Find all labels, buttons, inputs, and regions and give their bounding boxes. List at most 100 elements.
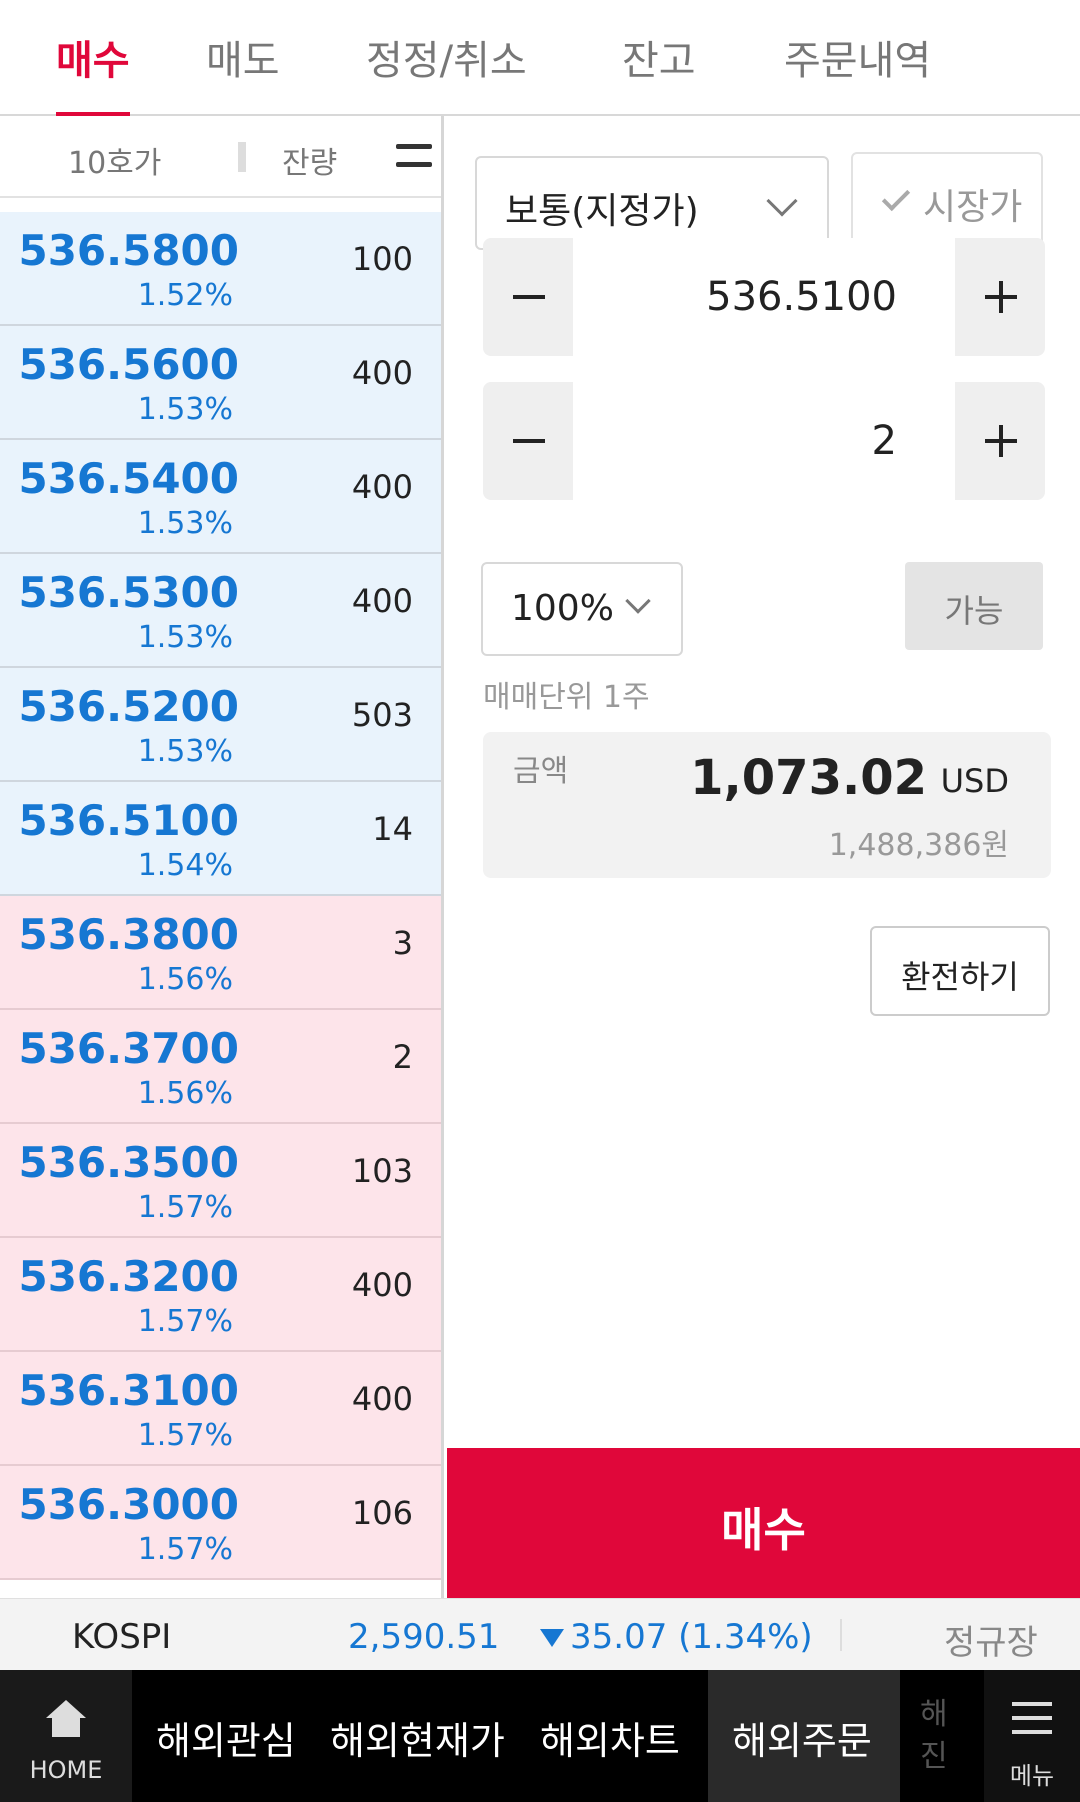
ask-row[interactable]: 536.5200 1.53% 503 — [0, 668, 441, 782]
row-quantity: 14 — [372, 810, 413, 848]
nav-menu[interactable]: 메뉴 — [984, 1670, 1080, 1802]
row-change-pct: 1.54% — [137, 848, 233, 883]
row-price: 536.3500 — [18, 1138, 239, 1187]
bid-row[interactable]: 536.3000 1.57% 106 — [0, 1466, 441, 1580]
orderbook-qty-label: 잔량 — [282, 146, 338, 181]
currency-exchange-button[interactable]: 환전하기 — [870, 926, 1050, 1016]
amount-currency: USD — [940, 762, 1009, 800]
row-change-pct: 1.56% — [137, 962, 233, 997]
amount-value: 1,073.02 — [690, 750, 927, 806]
percent-label: 100% — [511, 588, 614, 629]
hamburger-icon — [1012, 1702, 1052, 1734]
row-change-pct: 1.53% — [137, 506, 233, 541]
quantity-input[interactable]: 2 — [573, 382, 955, 500]
row-quantity: 3 — [392, 924, 413, 962]
nav-overseas-order[interactable]: 해외주문 — [732, 1710, 872, 1765]
row-quantity: 400 — [351, 582, 413, 620]
row-quantity: 503 — [351, 696, 413, 734]
nav-home[interactable]: HOME — [0, 1670, 132, 1802]
available-label: 가능 — [944, 592, 1004, 630]
available-button[interactable]: 가능 — [905, 562, 1043, 650]
orderbook-settings-icon[interactable] — [396, 144, 432, 168]
row-change-pct: 1.53% — [137, 734, 233, 769]
tab-order-history[interactable]: 주문내역 — [784, 28, 931, 116]
row-change-pct: 1.53% — [137, 620, 233, 655]
amount-label: 금액 — [513, 754, 569, 789]
row-price: 536.5300 — [18, 568, 239, 617]
bottom-nav: HOME 해외관심 해외현재가 해외차트 해외주문 해진 메뉴 — [0, 1670, 1080, 1802]
nav-overseas-watchlist[interactable]: 해외관심 — [156, 1710, 296, 1765]
ask-row[interactable]: 536.5300 1.53% 400 — [0, 554, 441, 668]
tab-sell[interactable]: 매도 — [206, 28, 280, 116]
row-price: 536.5200 — [18, 682, 239, 731]
row-change-pct: 1.57% — [137, 1304, 233, 1339]
row-quantity: 106 — [351, 1494, 413, 1532]
down-arrow-icon — [540, 1629, 564, 1647]
chevron-down-icon — [766, 185, 798, 217]
row-price: 536.5400 — [18, 454, 239, 503]
trade-unit-note: 매매단위 1주 — [483, 680, 650, 715]
row-quantity: 400 — [351, 1380, 413, 1418]
order-type-select[interactable]: 보통(지정가) — [475, 156, 829, 250]
row-price: 536.5800 — [18, 226, 239, 275]
tab-buy[interactable]: 매수 — [56, 28, 130, 118]
percent-select[interactable]: 100% — [481, 562, 683, 656]
orderbook-rows: 536.5800 1.52% 100 536.5600 1.53% 400 536.5400… — [0, 212, 441, 1580]
orderbook: 10호가 잔량 536.5800 1.52% 100 536.5600 1.53% 400… — [0, 116, 444, 1598]
row-change-pct: 1.53% — [137, 392, 233, 427]
ask-row[interactable]: 536.5600 1.53% 400 — [0, 326, 441, 440]
price-increase-button[interactable] — [955, 238, 1045, 356]
row-price: 536.3000 — [18, 1480, 239, 1529]
qty-decrease-button[interactable] — [483, 382, 573, 500]
tab-modify-cancel[interactable]: 정정/취소 — [366, 28, 527, 116]
ask-row[interactable]: 536.5400 1.53% 400 — [0, 440, 441, 554]
nav-overflow-item[interactable]: 해진 — [920, 1694, 950, 1784]
buy-button[interactable]: 매수 — [447, 1448, 1080, 1598]
quantity-stepper: 2 — [483, 382, 1045, 500]
bid-row[interactable]: 536.3700 1.56% 2 — [0, 1010, 441, 1124]
order-tabs: 매수 매도 정정/취소 잔고 주문내역 — [0, 0, 1080, 118]
nav-overseas-chart[interactable]: 해외차트 — [540, 1710, 680, 1765]
row-change-pct: 1.57% — [137, 1190, 233, 1225]
row-change-pct: 1.56% — [137, 1076, 233, 1111]
order-type-label: 보통(지정가) — [505, 191, 699, 232]
tab-balance[interactable]: 잔고 — [622, 28, 696, 116]
bid-row[interactable]: 536.3500 1.57% 103 — [0, 1124, 441, 1238]
orderbook-depth-label[interactable]: 10호가 — [68, 138, 161, 182]
nav-overseas-quote[interactable]: 해외현재가 — [330, 1710, 505, 1765]
index-divider — [840, 1619, 842, 1651]
row-price: 536.3800 — [18, 910, 239, 959]
price-decrease-button[interactable] — [483, 238, 573, 356]
quantity-value: 2 — [871, 418, 897, 464]
qty-increase-button[interactable] — [955, 382, 1045, 500]
market-index-bar[interactable]: KOSPI 2,590.51 35.07 (1.34%) 정규장 — [0, 1598, 1080, 1670]
row-quantity: 2 — [392, 1038, 413, 1076]
market-order-label: 시장가 — [923, 187, 1023, 228]
market-session: 정규장 — [944, 1623, 1038, 1663]
home-icon — [46, 1700, 86, 1740]
price-input[interactable]: 536.5100 — [573, 238, 955, 356]
bid-row[interactable]: 536.3100 1.57% 400 — [0, 1352, 441, 1466]
check-icon — [881, 182, 911, 212]
chevron-down-icon — [625, 588, 651, 614]
row-quantity: 100 — [351, 240, 413, 278]
row-change-pct: 1.52% — [137, 278, 233, 313]
row-price: 536.3100 — [18, 1366, 239, 1415]
index-value: 2,590.51 — [348, 1617, 500, 1657]
row-quantity: 103 — [351, 1152, 413, 1190]
amount-krw: 1,488,386원 — [828, 828, 1009, 863]
header-divider — [238, 142, 246, 172]
nav-home-label: HOME — [29, 1756, 103, 1784]
row-price: 536.3200 — [18, 1252, 239, 1301]
row-quantity: 400 — [351, 354, 413, 392]
row-quantity: 400 — [351, 1266, 413, 1304]
buy-button-label: 매수 — [721, 1503, 806, 1557]
ask-row[interactable]: 536.5800 1.52% 100 — [0, 212, 441, 326]
row-price: 536.5100 — [18, 796, 239, 845]
market-order-toggle[interactable]: 시장가 — [851, 152, 1043, 248]
ask-row[interactable]: 536.5100 1.54% 14 — [0, 782, 441, 896]
row-price: 536.5600 — [18, 340, 239, 389]
bid-row[interactable]: 536.3800 1.56% 3 — [0, 896, 441, 1010]
bid-row[interactable]: 536.3200 1.57% 400 — [0, 1238, 441, 1352]
row-price: 536.3700 — [18, 1024, 239, 1073]
